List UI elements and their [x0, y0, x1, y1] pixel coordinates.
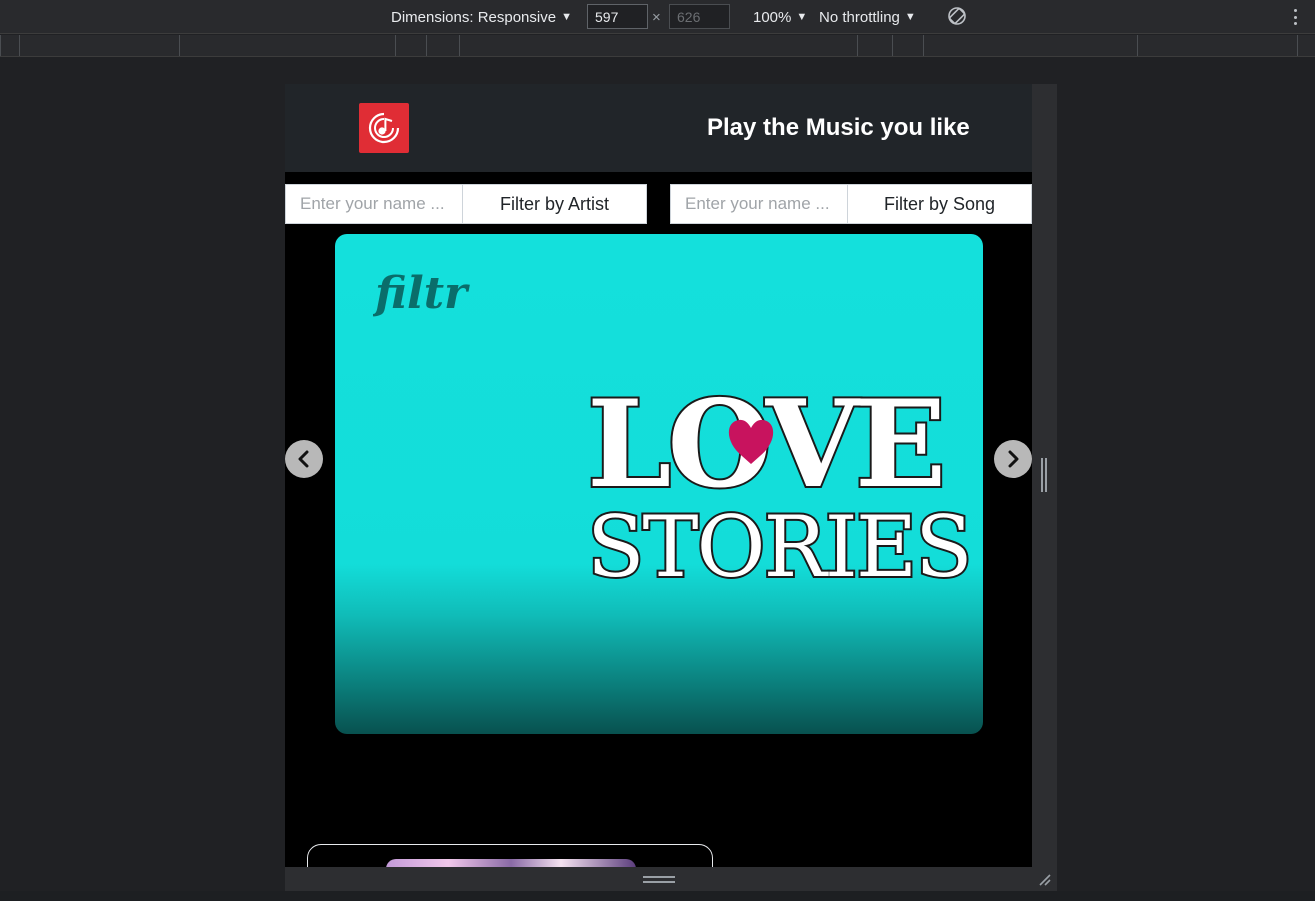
song-card-thumbnail: [386, 859, 636, 867]
ruler-segment[interactable]: [395, 35, 426, 56]
media-query-ruler: [0, 35, 1315, 57]
rotate-icon[interactable]: [947, 6, 967, 26]
viewport-width-input[interactable]: [587, 4, 648, 29]
brand-text: filtr: [373, 268, 470, 319]
ruler-segment[interactable]: [459, 35, 857, 56]
device-toolbar: Dimensions: Responsive ▼ × 100% ▼ No thr…: [0, 0, 1315, 34]
song-filter: Filter by Song: [670, 184, 1032, 224]
ruler-segment[interactable]: [857, 35, 892, 56]
app-logo[interactable]: [359, 103, 409, 153]
music-note-icon: [368, 112, 400, 144]
zoom-dropdown[interactable]: 100% ▼: [753, 0, 807, 34]
ruler-segment[interactable]: [19, 35, 179, 56]
artist-name-input[interactable]: [285, 184, 462, 224]
dropdown-caret-icon: ▼: [796, 11, 808, 23]
times-icon: ×: [652, 9, 661, 26]
dropdown-caret-icon: ▼: [561, 11, 572, 23]
carousel-next-button[interactable]: [994, 440, 1032, 478]
love-stories-artwork: LOVE STORIES: [585, 374, 975, 594]
app-header: Play the Music you like: [285, 84, 1032, 172]
carousel-slide[interactable]: filtr LOVE STORIES: [335, 234, 983, 734]
artwork-line2: STORIES: [587, 498, 971, 594]
device-viewport: Play the Music you like Filter by Artist…: [285, 84, 1032, 867]
ruler-segment[interactable]: [1297, 35, 1315, 56]
height-resize-handle[interactable]: [643, 876, 675, 883]
dimensions-dropdown[interactable]: Dimensions: Responsive ▼: [391, 0, 572, 34]
dimensions-label: Dimensions: Responsive: [391, 8, 557, 26]
more-options-icon[interactable]: [1289, 8, 1301, 26]
viewport-height-input[interactable]: [669, 4, 730, 29]
dropdown-caret-icon: ▼: [904, 11, 916, 23]
app-title: Play the Music you like: [707, 114, 970, 141]
song-name-input[interactable]: [670, 184, 847, 224]
ruler-segment[interactable]: [426, 35, 459, 56]
song-card[interactable]: [307, 844, 713, 867]
chevron-right-icon: [1008, 450, 1019, 468]
ruler-segment[interactable]: [0, 35, 19, 56]
chevron-left-icon: [298, 450, 309, 468]
corner-resize-handle[interactable]: [1036, 871, 1052, 887]
throttling-dropdown[interactable]: No throttling ▼: [819, 0, 916, 34]
width-resize-handle[interactable]: [1041, 458, 1047, 492]
carousel-prev-button[interactable]: [285, 440, 323, 478]
filtr-brand-logo: filtr: [373, 268, 470, 319]
ruler-segment[interactable]: [923, 35, 1137, 56]
zoom-label: 100%: [753, 8, 792, 26]
devtools-bottom-strip: [0, 891, 1315, 901]
filter-by-song-button[interactable]: Filter by Song: [847, 184, 1032, 224]
ruler-segment[interactable]: [1137, 35, 1297, 56]
ruler-segment[interactable]: [892, 35, 923, 56]
ruler-segment[interactable]: [179, 35, 395, 56]
artist-filter: Filter by Artist: [285, 184, 647, 224]
throttling-label: No throttling: [819, 8, 900, 26]
filter-by-artist-button[interactable]: Filter by Artist: [462, 184, 647, 224]
